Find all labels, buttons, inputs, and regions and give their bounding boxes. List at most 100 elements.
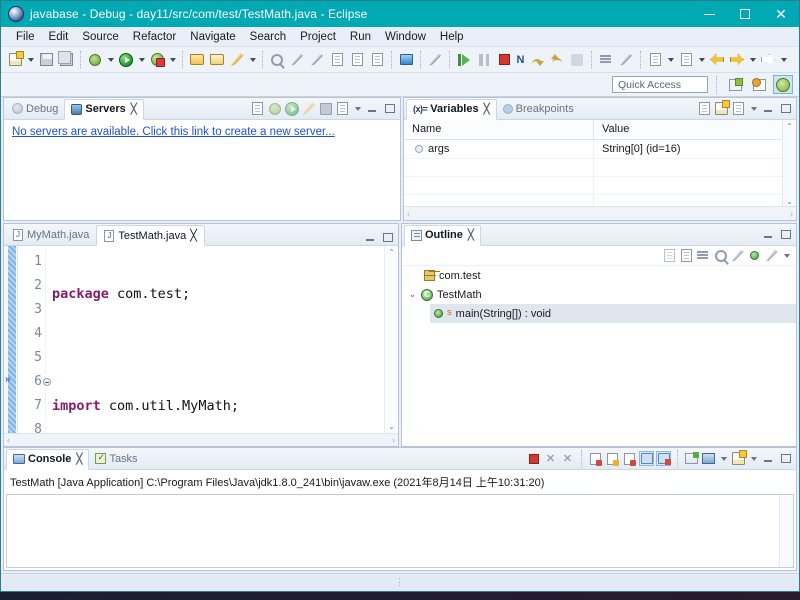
save-all-button[interactable] bbox=[56, 50, 76, 70]
minimize-view-button[interactable] bbox=[761, 451, 776, 466]
new-package-dropdown[interactable] bbox=[696, 50, 707, 70]
collapse-all-button[interactable] bbox=[250, 101, 265, 116]
outline-item-method[interactable]: S main(String[]) : void bbox=[430, 304, 796, 323]
scroll-lock-button[interactable] bbox=[605, 451, 620, 466]
display-console-button[interactable] bbox=[656, 451, 671, 466]
next-annotation-button[interactable] bbox=[287, 50, 307, 70]
editor-hscrollbar[interactable]: ‹ › bbox=[4, 433, 398, 446]
console-dropdown-2[interactable] bbox=[748, 453, 759, 465]
menu-source[interactable]: Source bbox=[75, 29, 125, 45]
new-wizard-button[interactable] bbox=[5, 50, 25, 70]
new-class-dropdown[interactable] bbox=[665, 50, 676, 70]
view-menu-button[interactable] bbox=[781, 250, 792, 262]
step-into-button[interactable] bbox=[527, 50, 547, 70]
open-perspective-button-right[interactable] bbox=[725, 75, 745, 94]
search-button[interactable] bbox=[227, 50, 247, 70]
terminate-button[interactable] bbox=[526, 451, 541, 466]
minimize-view-button[interactable] bbox=[761, 227, 776, 242]
maximize-view-button[interactable] bbox=[778, 227, 793, 242]
close-icon[interactable]: ╳ bbox=[76, 454, 82, 465]
run-button[interactable] bbox=[116, 50, 136, 70]
menu-help[interactable]: Help bbox=[433, 29, 471, 45]
minimize-button[interactable] bbox=[691, 1, 727, 27]
previous-annotation-button[interactable] bbox=[307, 50, 327, 70]
outline-item-package[interactable]: com.test bbox=[402, 266, 796, 285]
menu-refactor[interactable]: Refactor bbox=[126, 29, 183, 45]
clear-console-button[interactable] bbox=[588, 451, 603, 466]
maximize-view-button[interactable] bbox=[778, 451, 793, 466]
close-icon[interactable]: ╳ bbox=[131, 104, 137, 115]
menu-run[interactable]: Run bbox=[343, 29, 378, 45]
terminate-button[interactable] bbox=[494, 50, 514, 70]
skip-breakpoints-button[interactable] bbox=[267, 50, 287, 70]
sort-button[interactable] bbox=[696, 248, 711, 263]
java-perspective-button[interactable] bbox=[749, 75, 769, 94]
pin-editor-button[interactable] bbox=[425, 50, 445, 70]
remove-all-launches-button[interactable]: ✕ bbox=[560, 451, 575, 466]
maximize-button[interactable] bbox=[727, 1, 763, 27]
publish-button[interactable] bbox=[335, 101, 350, 116]
new-console-button[interactable] bbox=[731, 450, 747, 466]
forward-white-dropdown[interactable] bbox=[778, 50, 789, 70]
open-type-button[interactable] bbox=[187, 50, 207, 70]
focus-active-task-button[interactable] bbox=[662, 248, 677, 263]
step-return-button[interactable] bbox=[567, 50, 587, 70]
table-row[interactable]: args String[0] (id=16) bbox=[404, 140, 782, 158]
run-dropdown[interactable] bbox=[136, 50, 147, 70]
collapse-all-button[interactable] bbox=[714, 100, 730, 116]
new-class-button[interactable] bbox=[645, 50, 665, 70]
debug-button[interactable] bbox=[85, 50, 105, 70]
back-button[interactable] bbox=[707, 50, 727, 70]
menu-search[interactable]: Search bbox=[243, 29, 293, 45]
menu-edit[interactable]: Edit bbox=[42, 29, 76, 45]
maximize-editor-button[interactable] bbox=[380, 230, 395, 245]
forward-white-button[interactable] bbox=[758, 50, 778, 70]
debug-server-button[interactable] bbox=[267, 101, 282, 116]
forward-dropdown[interactable] bbox=[747, 50, 758, 70]
hide-fields-button[interactable] bbox=[713, 248, 728, 263]
create-server-link[interactable]: No servers are available. Click this lin… bbox=[4, 120, 343, 144]
start-server-button[interactable] bbox=[284, 101, 299, 116]
quick-access-input[interactable]: Quick Access bbox=[612, 76, 708, 93]
collapse-button[interactable] bbox=[731, 101, 746, 116]
editor-code-area[interactable]: package com.test; import com.util.MyMath… bbox=[46, 246, 384, 433]
drop-to-frame-button[interactable] bbox=[616, 50, 636, 70]
new-wizard-dropdown[interactable] bbox=[25, 50, 36, 70]
menu-window[interactable]: Window bbox=[378, 29, 433, 45]
forward-button[interactable] bbox=[727, 50, 747, 70]
remove-launch-button[interactable]: ✕ bbox=[543, 451, 558, 466]
minimize-editor-button[interactable] bbox=[363, 230, 378, 245]
close-button[interactable]: ✕ bbox=[763, 1, 799, 27]
disconnect-button[interactable]: N bbox=[514, 53, 527, 66]
open-perspective-button[interactable] bbox=[396, 50, 416, 70]
logical-structure-button[interactable] bbox=[697, 101, 712, 116]
hide-local-types-button[interactable] bbox=[764, 248, 779, 263]
editor-marker-bar[interactable]: » bbox=[4, 246, 18, 433]
close-icon[interactable]: ╳ bbox=[468, 230, 474, 241]
minimize-view-button[interactable] bbox=[761, 101, 776, 116]
step-over-button[interactable] bbox=[547, 50, 567, 70]
debug-perspective-button[interactable] bbox=[773, 75, 793, 94]
tab-tasks[interactable]: Tasks bbox=[89, 448, 143, 469]
open-console-button[interactable] bbox=[684, 451, 699, 466]
collapse-all-button[interactable] bbox=[679, 248, 694, 263]
editor-tab-testmath[interactable]: J TestMath.java ╳ bbox=[96, 225, 205, 246]
menu-file[interactable]: File bbox=[9, 29, 42, 45]
variables-hscrollbar[interactable]: ‹ › bbox=[404, 206, 796, 220]
resize-grip[interactable]: ⋮ bbox=[395, 577, 405, 588]
block-selection-button[interactable] bbox=[347, 50, 367, 70]
view-menu-button[interactable] bbox=[748, 103, 759, 115]
search-dropdown[interactable] bbox=[247, 50, 258, 70]
tab-outline[interactable]: Outline ╳ bbox=[404, 224, 481, 246]
mark-occurrences-button[interactable] bbox=[327, 50, 347, 70]
display-view-button[interactable] bbox=[701, 451, 716, 466]
close-icon[interactable]: ╳ bbox=[190, 229, 197, 242]
profile-server-button[interactable] bbox=[301, 101, 316, 116]
save-button[interactable] bbox=[36, 50, 56, 70]
tab-variables[interactable]: (x)= Variables ╳ bbox=[406, 98, 497, 120]
whitespace-button[interactable] bbox=[367, 50, 387, 70]
stop-server-button[interactable] bbox=[318, 101, 333, 116]
console-output-area[interactable] bbox=[6, 494, 794, 568]
variables-vscrollbar[interactable]: ⌃ ⌄ bbox=[782, 120, 796, 206]
hide-nonpublic-button[interactable] bbox=[747, 248, 762, 263]
